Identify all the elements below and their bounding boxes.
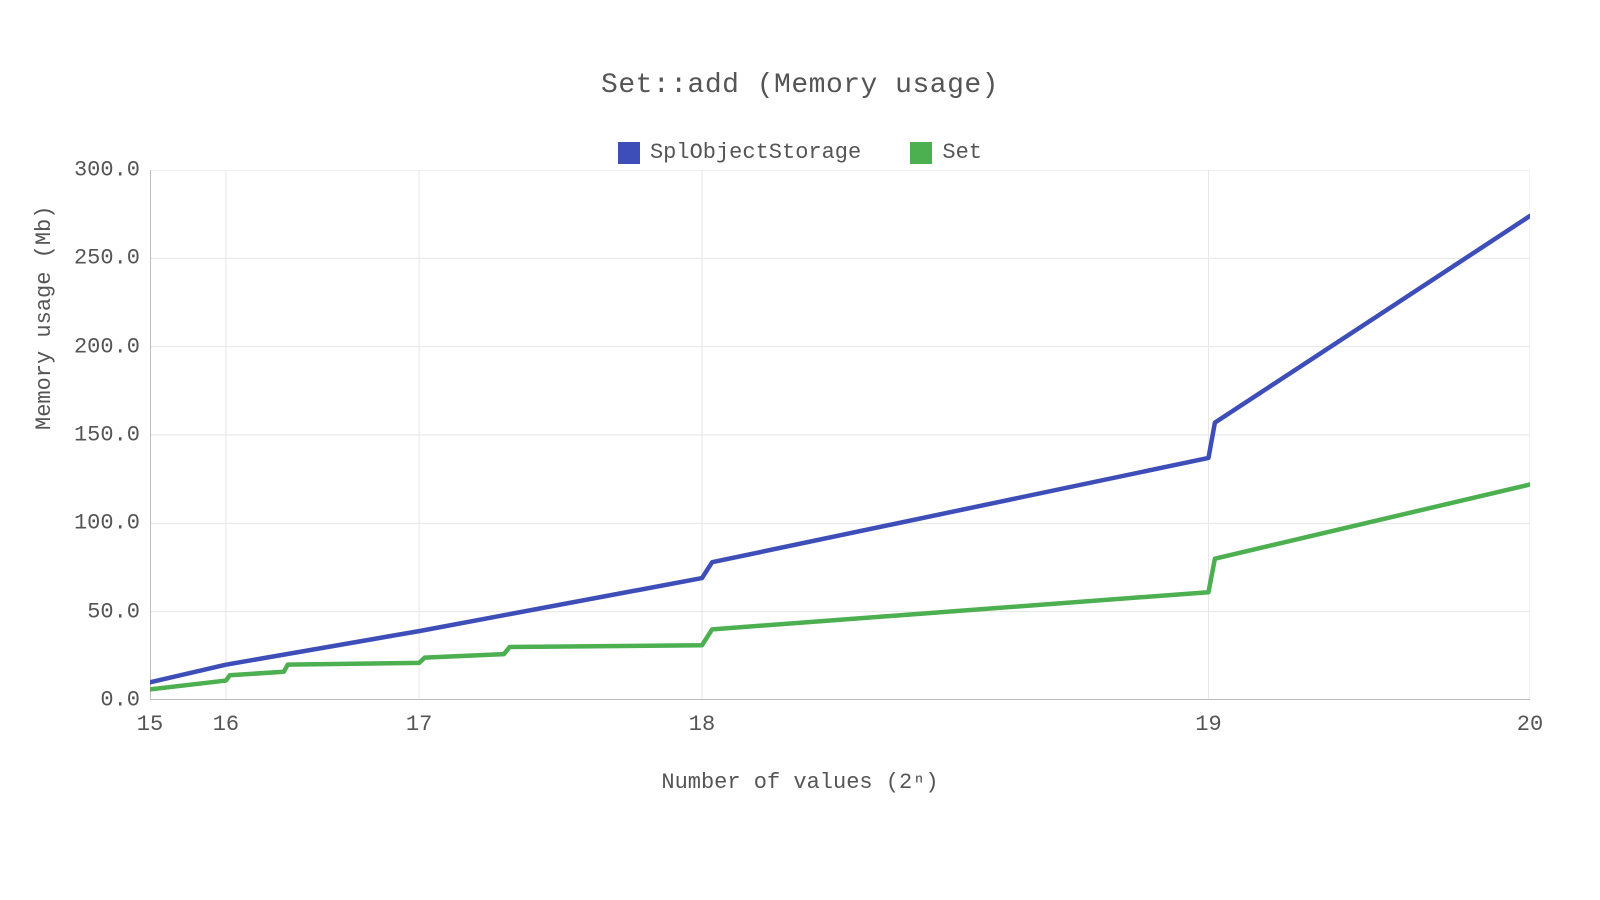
y-tick-label: 300.0 [60,158,140,183]
y-tick-label: 150.0 [60,423,140,448]
legend-label-splobjectstorage: SplObjectStorage [650,140,861,165]
x-tick-label: 15 [137,712,163,737]
legend-swatch-set [910,142,932,164]
y-tick-label: 0.0 [60,688,140,713]
x-tick-label: 19 [1195,712,1221,737]
x-tick-label: 20 [1517,712,1543,737]
plot-area [150,170,1530,700]
legend-item-splobjectstorage: SplObjectStorage [618,140,861,165]
x-tick-label: 17 [406,712,432,737]
y-tick-label: 100.0 [60,511,140,536]
legend-swatch-splobjectstorage [618,142,640,164]
x-tick-label: 16 [213,712,239,737]
chart-container: Set::add (Memory usage) SplObjectStorage… [0,0,1600,900]
chart-legend: SplObjectStorage Set [0,140,1600,171]
x-axis-label: Number of values (2ⁿ) [0,770,1600,795]
plot-svg [150,170,1530,700]
y-axis-label: Memory usage (Mb) [32,206,57,430]
x-tick-label: 18 [689,712,715,737]
y-tick-label: 50.0 [60,599,140,624]
chart-title: Set::add (Memory usage) [0,70,1600,101]
legend-item-set: Set [910,140,982,165]
y-tick-label: 250.0 [60,246,140,271]
y-tick-label: 200.0 [60,334,140,359]
legend-label-set: Set [942,140,982,165]
